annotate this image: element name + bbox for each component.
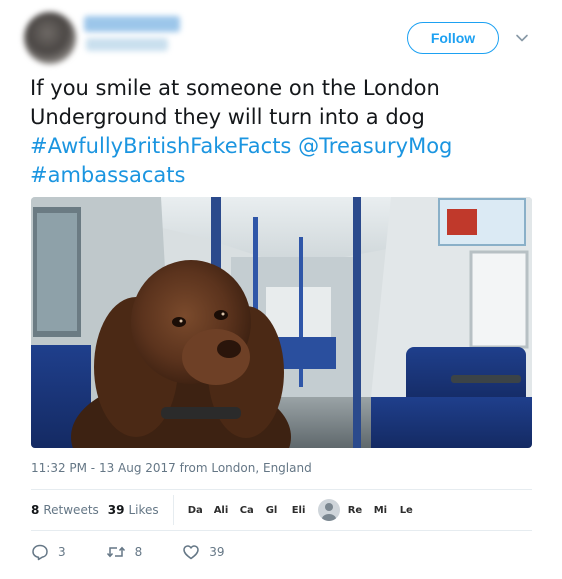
liker-avatar[interactable]: Ali [214,505,230,516]
liker-avatar[interactable]: Re [348,505,364,516]
avatar[interactable] [24,12,76,64]
likes-count: 39 [107,503,125,517]
divider [31,489,532,490]
user-handle-blurred[interactable] [86,38,168,51]
like-count: 39 [209,545,225,559]
hashtag-link[interactable]: #AwfullyBritishFakeFacts [30,134,291,158]
reply-icon [32,544,48,561]
user-display-name-blurred[interactable] [84,16,180,32]
mention-link[interactable]: @TreasuryMog [298,134,452,158]
liker-avatar[interactable]: Le [400,505,416,516]
retweets-label: Retweets [43,503,99,517]
retweet-action[interactable]: 8 [106,543,143,561]
liker-avatar[interactable]: Da [188,505,204,516]
tweet-timestamp[interactable]: 11:32 PM - 13 Aug 2017 from London, Engl… [31,461,312,475]
follow-button[interactable]: Follow [407,22,499,54]
default-avatar-icon[interactable] [317,499,340,521]
tweet-photo[interactable] [31,197,532,448]
liker-avatar[interactable]: Gl [266,505,282,516]
stats-separator [172,495,174,525]
tweet-stats: 8 Retweets 39 Likes Da Ali Ca Gl Eli Re … [31,495,426,525]
reply-action[interactable]: 3 [31,543,66,561]
heart-icon [183,545,200,560]
liker-avatar[interactable]: Eli [292,505,308,516]
liker-avatar[interactable]: Mi [374,505,390,516]
tweet-actions: 3 8 39 [31,543,265,561]
tweet-text-line-1: If you smile at someone on the London [30,76,440,100]
tweet-text-line-2: Underground they will turn into a dog [30,105,425,129]
like-action[interactable]: 39 [182,543,225,561]
tweet-links-line: #AwfullyBritishFakeFacts @TreasuryMog [30,132,540,161]
liker-avatar[interactable]: Ca [240,505,256,516]
tweet-card: Follow If you smile at someone on the Lo… [0,0,562,579]
tweet-text: If you smile at someone on the London Un… [30,74,540,190]
liker-list: Da Ali Ca Gl Eli Re Mi Le [188,499,426,521]
likes-label: Likes [128,503,159,517]
retweets-count: 8 [31,503,40,517]
divider [31,530,532,531]
retweet-icon [106,546,125,558]
hashtag-link[interactable]: #ambassacats [30,163,185,187]
tweet-photo-image [31,197,532,448]
retweets-stat[interactable]: 8 Retweets [31,503,99,517]
reply-count: 3 [58,545,66,559]
likes-stat[interactable]: 39 Likes [108,503,159,517]
chevron-down-icon[interactable] [514,30,530,46]
retweet-count: 8 [134,545,143,559]
